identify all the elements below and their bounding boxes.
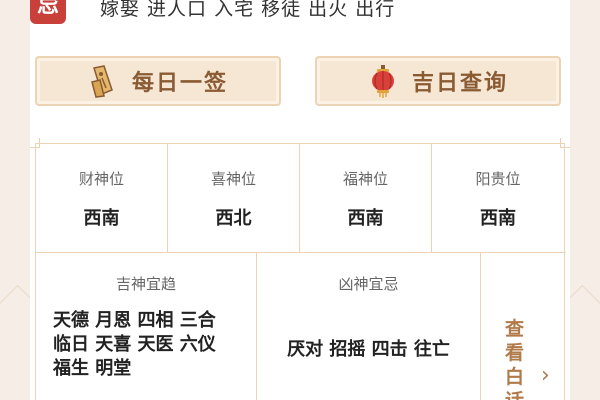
bad-gods-list: 厌对 招摇 四击 往亡 (287, 339, 450, 360)
almanac-card: 忌 嫁娶 进人口 入宅 移徒 出火 出行 每日一签 吉日查询 财神位 西南 喜神… (30, 0, 570, 400)
god-label: 财神位 (78, 170, 124, 188)
avoid-items: 嫁娶 进人口 入宅 移徒 出火 出行 (100, 0, 396, 20)
daily-sign-label: 每日一签 (131, 71, 228, 96)
bad-gods-cell: 凶神宜忌 厌对 招摇 四击 往亡 (257, 253, 481, 400)
view-plain-text-label: 查看白话 (505, 318, 525, 400)
avoid-row: 忌 嫁娶 进人口 入宅 移徒 出火 出行 (30, 0, 570, 36)
view-plain-text-button[interactable]: 查看白话 › (481, 253, 566, 400)
fortune-stick-icon (91, 65, 113, 98)
god-value: 西南 (347, 208, 384, 229)
god-cell-noble: 阳贵位 西南 (432, 144, 564, 252)
good-gods-line: 福生 明堂 (53, 358, 132, 379)
god-detail-row: 吉神宜趋 天德 月恩 四相 三合 临日 天喜 天医 六仪 福生 明堂 凶神宜忌 … (36, 252, 566, 400)
lantern-icon (371, 65, 394, 98)
god-value: 西南 (83, 208, 120, 229)
lucky-day-search-button[interactable]: 吉日查询 (315, 56, 561, 106)
god-cell-joy: 喜神位 西北 (168, 144, 300, 252)
daily-sign-button[interactable]: 每日一签 (35, 56, 281, 106)
good-gods-list: 天德 月恩 四相 三合 临日 天喜 天医 六仪 福生 明堂 (53, 309, 253, 381)
god-label: 喜神位 (210, 170, 256, 188)
bad-gods-title: 凶神宜忌 (338, 275, 399, 293)
god-grid: 财神位 西南 喜神位 西北 福神位 西南 阳贵位 西南 吉神宜趋 天德 月恩 四… (30, 138, 570, 400)
lucky-day-label: 吉日查询 (411, 71, 508, 96)
good-gods-cell: 吉神宜趋 天德 月恩 四相 三合 临日 天喜 天医 六仪 福生 明堂 (36, 253, 257, 400)
avoid-badge: 忌 (30, 0, 66, 24)
god-value: 西南 (480, 208, 516, 229)
good-gods-title: 吉神宜趋 (115, 275, 176, 293)
god-label: 福神位 (342, 170, 388, 188)
god-label: 阳贵位 (475, 170, 521, 188)
good-gods-line: 临日 天喜 天医 六仪 (53, 334, 216, 355)
chevron-right-icon: › (541, 363, 550, 388)
good-gods-line: 天德 月恩 四相 三合 (53, 310, 216, 331)
god-cell-fortune: 福神位 西南 (300, 144, 432, 252)
god-cell-wealth: 财神位 西南 (36, 144, 168, 252)
god-value: 西北 (215, 208, 252, 229)
